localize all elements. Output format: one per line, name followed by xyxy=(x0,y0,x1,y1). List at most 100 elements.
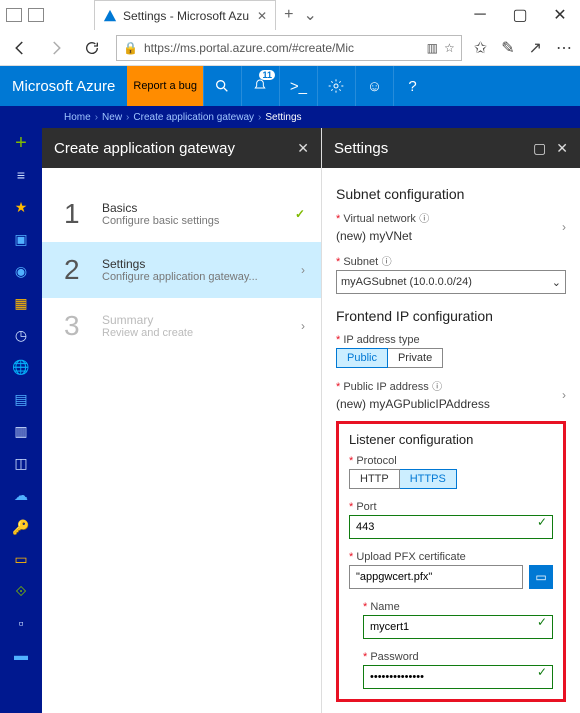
iptype-toggle: Public Private xyxy=(336,348,566,368)
favorites-hub-icon[interactable]: ✩ xyxy=(474,38,487,58)
tab-close-icon[interactable]: ✕ xyxy=(257,9,267,23)
check-icon: ✓ xyxy=(537,665,547,679)
breadcrumb-item[interactable]: Home xyxy=(64,112,91,123)
azure-brand[interactable]: Microsoft Azure xyxy=(0,78,127,95)
info-icon[interactable]: ⓘ xyxy=(382,257,392,268)
wizard-step-settings[interactable]: 2 Settings Configure application gateway… xyxy=(42,242,321,298)
azure-top-bar: Microsoft Azure Report a bug 11 >_ ☺ ? xyxy=(0,66,580,106)
help-icon[interactable]: ? xyxy=(393,66,431,106)
blade-title: Create application gateway xyxy=(54,140,235,157)
notifications-icon[interactable]: 11 xyxy=(241,66,279,106)
tab-group-icon[interactable] xyxy=(28,8,44,22)
create-resource-icon[interactable]: + xyxy=(11,134,31,152)
step-title: Basics xyxy=(102,201,219,215)
resource-groups-icon[interactable]: ◉ xyxy=(11,262,31,280)
pubip-value: (new) myAGPublicIPAddress xyxy=(336,397,566,411)
app-services-icon[interactable]: ▦ xyxy=(11,294,31,312)
section-frontend-ip: Frontend IP configuration xyxy=(336,308,566,324)
lock-icon: 🔒 xyxy=(123,41,138,55)
vnet-icon[interactable]: ⟐ xyxy=(11,582,31,600)
breadcrumb-item[interactable]: New xyxy=(102,112,122,123)
create-gateway-blade: Create application gateway ✕ 1 Basics Co… xyxy=(42,128,322,713)
globe-icon[interactable]: 🌐 xyxy=(11,358,31,376)
monitor-icon[interactable]: ▥ xyxy=(11,422,31,440)
address-bar[interactable]: 🔒 https://ms.portal.azure.com/#create/Mi… xyxy=(116,35,462,61)
url-text: https://ms.portal.azure.com/#create/Mic xyxy=(144,41,421,55)
iptype-public-option[interactable]: Public xyxy=(336,348,388,368)
search-icon[interactable] xyxy=(203,66,241,106)
upload-pfx-input[interactable] xyxy=(349,565,523,589)
blade-maximize-icon[interactable]: ▢ xyxy=(533,140,546,157)
cloud-shell-icon[interactable]: >_ xyxy=(279,66,317,106)
sql-icon[interactable]: ▤ xyxy=(11,390,31,408)
subnet-select[interactable]: myAGSubnet (10.0.0.0/24) ⌄ xyxy=(336,270,566,294)
vnet-value: (new) myVNet xyxy=(336,229,566,243)
edit-icon[interactable]: ✎ xyxy=(501,38,514,58)
cert-password-input[interactable] xyxy=(363,665,553,689)
tab-title: Settings - Microsoft Azu xyxy=(123,9,249,23)
clock-icon[interactable]: ◷ xyxy=(11,326,31,344)
cert-name-input[interactable] xyxy=(363,615,553,639)
vnet-label: Virtual network xyxy=(336,213,416,225)
billing-icon[interactable]: ▬ xyxy=(11,646,31,664)
window-maximize-button[interactable]: ▢ xyxy=(500,0,540,30)
all-services-icon[interactable]: ≡ xyxy=(11,166,31,184)
upload-label: Upload PFX certificate xyxy=(349,551,466,563)
titlebar-left-controls xyxy=(0,8,44,22)
window-titlebar: Settings - Microsoft Azu ✕ + ⌄ ─ ▢ ✕ xyxy=(0,0,580,30)
cert-password-label: Password xyxy=(363,651,419,663)
key-icon[interactable]: 🔑 xyxy=(11,518,31,536)
report-bug-button[interactable]: Report a bug xyxy=(127,66,203,106)
tab-group-icon[interactable] xyxy=(6,8,22,22)
storage-icon[interactable]: ▭ xyxy=(11,550,31,568)
reading-view-icon[interactable]: ▥ xyxy=(427,41,438,55)
azure-favicon-icon xyxy=(103,9,117,23)
blade-close-icon[interactable]: ✕ xyxy=(297,140,309,157)
feedback-icon[interactable]: ☺ xyxy=(355,66,393,106)
window-minimize-button[interactable]: ─ xyxy=(460,0,500,30)
breadcrumb: Home› New› Create application gateway› S… xyxy=(0,106,580,128)
check-icon: ✓ xyxy=(537,515,547,529)
vnet-field[interactable]: Virtual network ⓘ (new) myVNet › xyxy=(336,210,566,243)
wizard-step-basics[interactable]: 1 Basics Configure basic settings ✓ xyxy=(42,186,321,242)
subnet-value: myAGSubnet (10.0.0.0/24) xyxy=(341,276,472,288)
pubip-field[interactable]: Public IP address ⓘ (new) myAGPublicIPAd… xyxy=(336,378,566,411)
refresh-button[interactable] xyxy=(80,36,104,60)
breadcrumb-item[interactable]: Create application gateway xyxy=(133,112,254,123)
section-subnet-config: Subnet configuration xyxy=(336,186,566,202)
more-icon[interactable]: ⋯ xyxy=(556,38,572,58)
more-rail-icon[interactable]: ▫ xyxy=(11,614,31,632)
step-subtitle: Configure application gateway... xyxy=(102,271,258,283)
workspace: + ≡ ★ ▣ ◉ ▦ ◷ 🌐 ▤ ▥ ◫ ☁ 🔑 ▭ ⟐ ▫ ▬ Create… xyxy=(0,128,580,713)
step-title: Settings xyxy=(102,257,258,271)
network-icon[interactable]: ◫ xyxy=(11,454,31,472)
port-input[interactable] xyxy=(349,515,553,539)
step-subtitle: Configure basic settings xyxy=(102,215,219,227)
notification-badge: 11 xyxy=(259,70,275,80)
new-tab-button[interactable]: + xyxy=(284,6,293,24)
iptype-private-option[interactable]: Private xyxy=(388,348,443,368)
settings-blade: Settings ▢ ✕ Subnet configuration Virtua… xyxy=(322,128,580,713)
window-close-button[interactable]: ✕ xyxy=(540,0,580,30)
info-icon[interactable]: ⓘ xyxy=(432,382,442,393)
browse-file-button[interactable]: ▭ xyxy=(529,565,553,589)
protocol-label: Protocol xyxy=(349,455,397,467)
dashboard-icon[interactable]: ▣ xyxy=(11,230,31,248)
back-button[interactable] xyxy=(8,36,32,60)
settings-gear-icon[interactable] xyxy=(317,66,355,106)
info-icon[interactable]: ⓘ xyxy=(419,214,429,225)
blade-header: Settings ▢ ✕ xyxy=(322,128,580,168)
tab-overflow-button[interactable]: ⌄ xyxy=(303,5,316,25)
favorites-star-icon[interactable]: ★ xyxy=(11,198,31,216)
iptype-label: IP address type xyxy=(336,334,420,346)
favorite-icon[interactable]: ☆ xyxy=(444,41,455,55)
cloud-icon[interactable]: ☁ xyxy=(11,486,31,504)
browser-tab[interactable]: Settings - Microsoft Azu ✕ xyxy=(94,0,276,30)
blade-close-icon[interactable]: ✕ xyxy=(556,140,568,157)
protocol-https-option[interactable]: HTTPS xyxy=(400,469,457,489)
wizard-step-summary[interactable]: 3 Summary Review and create › xyxy=(42,298,321,354)
cert-name-label: Name xyxy=(363,601,400,613)
protocol-http-option[interactable]: HTTP xyxy=(349,469,400,489)
forward-button[interactable] xyxy=(44,36,68,60)
share-icon[interactable]: ↗ xyxy=(529,38,542,58)
